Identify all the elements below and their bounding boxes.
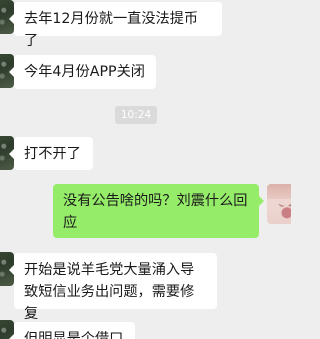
message-bubble-left[interactable]: 打不开了 bbox=[9, 137, 93, 170]
message-bubble-left[interactable]: 去年12月份就一直没法提币了 bbox=[9, 2, 222, 49]
message-text: 没有公告啥的吗？刘震什么回应 bbox=[63, 193, 248, 231]
message-text: 打不开了 bbox=[24, 146, 81, 162]
message-text: 今年4月份APP关闭 bbox=[24, 64, 145, 80]
timestamp-text: 10:24 bbox=[120, 109, 152, 121]
message-text: 但明显是个借口 bbox=[24, 331, 124, 339]
timestamp-badge: 10:24 bbox=[115, 106, 157, 124]
message-text: 开始是说羊毛党大量涌入导致短信业务出问题，需要修复 bbox=[24, 262, 195, 322]
user-avatar-icon[interactable] bbox=[267, 184, 291, 224]
chat-window: 去年12月份就一直没法提币了 今年4月份APP关闭 10:24 打不开了 没有公… bbox=[0, 0, 291, 339]
message-bubble-left[interactable]: 今年4月份APP关闭 bbox=[9, 55, 156, 89]
message-bubble-left[interactable]: 开始是说羊毛党大量涌入导致短信业务出问题，需要修复 bbox=[9, 253, 217, 322]
message-bubble-right[interactable]: 没有公告啥的吗？刘震什么回应 bbox=[53, 184, 264, 238]
message-bubble-left[interactable]: 但明显是个借口 bbox=[9, 322, 135, 339]
message-text: 去年12月份就一直没法提币了 bbox=[24, 11, 199, 49]
